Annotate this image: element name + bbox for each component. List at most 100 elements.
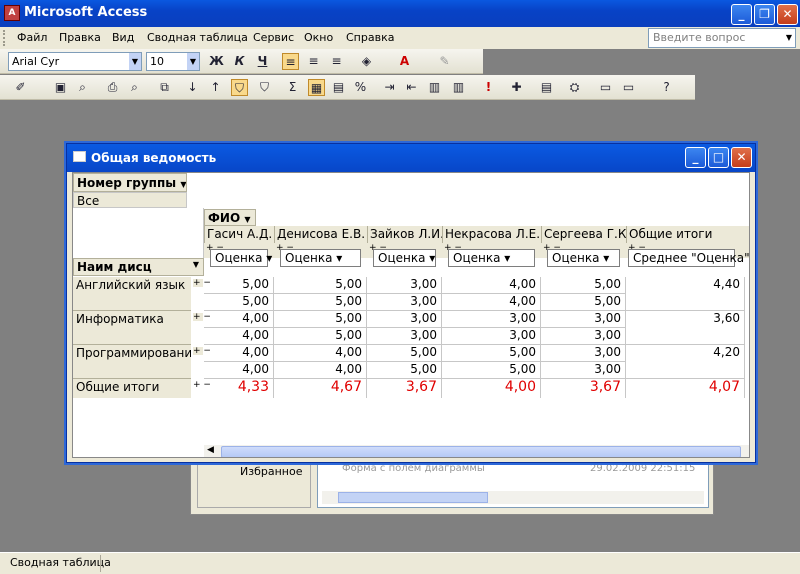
data-cell[interactable]: 4,00 [274,362,367,379]
data-cell[interactable]: 5,00 [274,328,367,345]
data-cell[interactable]: 3,00 [367,294,442,311]
line-color-icon[interactable]: ✎ [436,53,453,70]
data-cell[interactable]: 4,00 [274,345,367,362]
data-cell[interactable]: 4,00 [442,294,541,311]
data-cell[interactable]: 5,00 [274,294,367,311]
align-right-icon[interactable]: ≡ [328,53,345,70]
field-list-icon[interactable]: ▤ [538,79,555,96]
expand-collapse-icon[interactable]: + − [193,381,211,390]
data-cell[interactable]: 5,00 [442,362,541,379]
save-icon[interactable]: ▣ [52,79,69,96]
scroll-thumb[interactable] [221,446,741,457]
print-preview-icon[interactable]: ⌕ [126,79,143,96]
data-cell[interactable]: 4,00 [204,328,274,345]
design-view-icon[interactable]: ✐ [12,79,29,96]
favorites-item[interactable]: Избранное [240,465,302,478]
child-close-button[interactable]: ✕ [731,147,752,168]
show-top-icon[interactable]: ⛉ [256,79,273,96]
data-cell[interactable]: 4,00 [204,345,274,362]
data-cell[interactable]: 5,00 [541,277,626,294]
grand-total-cell[interactable]: 4,33 [204,379,274,398]
search-icon[interactable]: ⌕ [74,79,91,96]
fill-color-icon[interactable]: ◈ [358,53,375,70]
export-excel-icon[interactable]: ✚ [508,79,525,96]
align-left-icon[interactable]: ≡ [282,53,299,70]
expand-collapse-icon[interactable]: + − [193,347,211,356]
data-cell[interactable]: 5,00 [204,294,274,311]
data-cell[interactable]: 3,00 [442,311,541,328]
expand-collapse-icon[interactable]: + − [193,313,211,322]
chevron-down-icon[interactable]: ▼ [783,29,795,47]
properties-icon[interactable]: ⛭ [566,79,583,96]
menu-view[interactable]: Вид [112,31,134,44]
autocalc-icon[interactable]: Σ [284,79,301,96]
data-cell[interactable]: 4,00 [204,362,274,379]
close-button[interactable]: ✕ [777,4,798,25]
data-cell[interactable]: 3,00 [367,277,442,294]
data-cell[interactable]: 4,00 [204,311,274,328]
totals-row-header[interactable]: Общие итоги [73,379,191,398]
data-cell[interactable]: 5,00 [367,345,442,362]
hide-details-icon[interactable]: ▥ [426,79,443,96]
grand-total-cell[interactable]: 4,67 [274,379,367,398]
menu-edit[interactable]: Правка [59,31,101,44]
data-cell[interactable]: 5,00 [274,277,367,294]
chevron-down-icon[interactable]: ▼ [129,53,141,70]
data-cell[interactable]: 5,00 [541,294,626,311]
bold-icon[interactable]: Ж [208,53,225,70]
menu-pivot[interactable]: Сводная таблица [147,31,248,44]
data-cell[interactable]: 3,00 [442,328,541,345]
data-cell[interactable]: 5,00 [204,277,274,294]
data-cell[interactable]: 4,00 [442,277,541,294]
align-center-icon[interactable]: ≡ [305,53,322,70]
expand-icon[interactable]: ⇤ [403,79,420,96]
scroll-left-icon[interactable]: ◀ [207,445,214,455]
font-size-combo[interactable]: 10 ▼ [146,52,200,71]
help-icon[interactable]: ? [658,79,675,96]
menu-tools[interactable]: Сервис [253,31,294,44]
row-header[interactable]: Информатика [73,311,191,345]
show-as-icon[interactable]: % [352,79,369,96]
menu-help[interactable]: Справка [346,31,394,44]
collapse-icon[interactable]: ⇥ [381,79,398,96]
grand-total-cell[interactable]: 4,00 [442,379,541,398]
autofilter-icon[interactable]: ⛉ [231,79,248,96]
data-cell[interactable]: 3,00 [541,328,626,345]
object-list-scrollbar[interactable] [322,491,704,504]
data-cell[interactable]: 3,00 [541,345,626,362]
horizontal-scrollbar[interactable]: ◀ [204,445,749,457]
data-cell[interactable]: 3,00 [367,311,442,328]
data-cell[interactable]: 5,00 [442,345,541,362]
font-color-icon[interactable]: A [396,53,413,70]
menu-grip[interactable] [3,30,7,46]
object-row-name[interactable]: Форма с полем диаграммы [342,463,485,474]
grand-total-cell[interactable]: 4,07 [626,379,745,398]
child-maximize-button[interactable]: □ [708,147,729,168]
database-window-icon[interactable]: ▭ [597,79,614,96]
restore-button[interactable]: ❐ [754,4,775,25]
data-cell[interactable]: 3,00 [367,328,442,345]
grand-total-cell[interactable]: 3,67 [367,379,442,398]
font-combo[interactable]: Arial Cyr ▼ [8,52,142,71]
subtotal-icon[interactable]: ▦ [308,79,325,96]
access-app-icon[interactable]: A [4,5,20,21]
refresh-icon[interactable]: ! [480,79,497,96]
grand-total-cell[interactable]: 3,67 [541,379,626,398]
row-header[interactable]: Программирование [73,345,191,379]
menu-window[interactable]: Окно [304,31,333,44]
data-cell[interactable]: 5,00 [274,311,367,328]
data-cell[interactable]: 3,00 [541,362,626,379]
show-details-icon[interactable]: ▥ [450,79,467,96]
menu-file[interactable]: Файл [17,31,47,44]
row-average-cell[interactable]: 4,40 [626,277,745,311]
ask-question-box[interactable]: Введите вопрос ▼ [648,28,796,48]
expand-collapse-icon[interactable]: + − [193,279,211,288]
data-cell[interactable]: 3,00 [541,311,626,328]
row-average-cell[interactable]: 4,20 [626,345,745,379]
underline-icon[interactable]: Ч [254,53,271,70]
chevron-down-icon[interactable]: ▼ [187,53,199,70]
minimize-button[interactable]: _ [731,4,752,25]
sort-descending-icon[interactable]: ↑ [207,79,224,96]
italic-icon[interactable]: К [231,53,248,70]
row-average-cell[interactable]: 3,60 [626,311,745,345]
